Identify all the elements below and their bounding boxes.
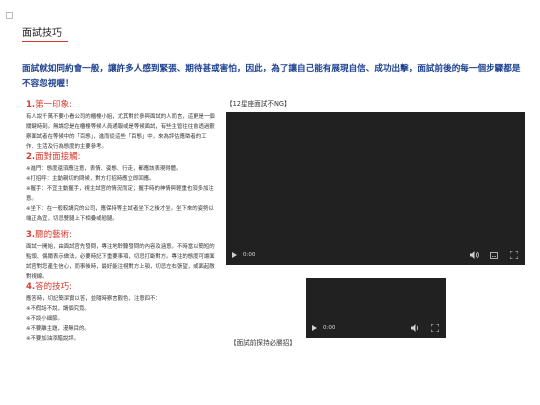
video-column: 【12星座面試不NG】 0:00 0:00 【面試前探持必勝招】 [226, 100, 526, 347]
section-paragraph: 面試一開始，由面試官先發問，專注地聆聽發問的內容及涵意。不時當以簡短的點頭、偶爾… [26, 244, 215, 280]
play-icon[interactable] [232, 252, 237, 258]
fullscreen-icon[interactable] [430, 323, 440, 333]
video-controls: 0:00 [306, 318, 446, 338]
section-title: 答的技巧: [35, 282, 73, 292]
captions-icon[interactable] [489, 250, 499, 260]
video-caption: 【面試前探持必勝招】 [230, 339, 296, 347]
intro-text: 面試就如同約會一般，讓許多人感到緊張、期待甚或害怕，因此，為了讓自己能有展現自信… [22, 64, 521, 89]
title-underline [22, 41, 68, 42]
page-corner-checkbox [6, 12, 13, 19]
video-caption: 【12星座面試不NG】 [226, 100, 291, 108]
section-paragraph: ※打招呼：主動親切的問候，對方打招時應立即回應。 [26, 176, 155, 182]
section-paragraph: ※握手：不宜主動握手，視主試官的情況而定；握手時的神情與輕重也須多加注意。 [26, 186, 214, 202]
section-paragraph: 應答時，切記簡潔實以答，並隨時察言觀色，注意四不： [26, 296, 161, 302]
video-time: 0:00 [243, 252, 256, 258]
section-face-to-face: 2.面對面接觸: ※進門：態度還須應注意，表情、姿態、行走，都應該表現得體。 ※… [26, 152, 216, 224]
section-number: 2. [26, 152, 36, 162]
video-player[interactable]: 0:00 [226, 112, 525, 265]
section-listening: 3.聽的藝術: 面試一開始，由面試官先發問，專注地聆聽發問的內容及涵意。不時當以… [26, 230, 216, 282]
section-paragraph: ※不談小細節。 [26, 316, 63, 322]
video-player[interactable]: 0:00 [306, 278, 446, 338]
section-number: 1. [26, 100, 36, 110]
volume-icon[interactable] [469, 250, 479, 260]
section-first-impression: 1.第一印象: 有人說千萬不要小看公司的櫃檯小姐，尤其對於參與面試的人而言，這更… [26, 100, 216, 152]
volume-icon[interactable] [410, 323, 420, 333]
section-paragraph: ※不假話不說，講個究竟。 [26, 306, 90, 312]
section-paragraph: ※進門：態度還須應注意，表情、姿態、行走，都應該表現得體。 [26, 166, 182, 172]
section-title: 第一印象: [35, 100, 73, 110]
play-icon[interactable] [312, 325, 317, 331]
section-title: 面對面接觸: [35, 152, 81, 162]
section-answering: 4.答的技巧: 應答時，切記簡潔實以答，並隨時察言觀色，注意四不： ※不假話不說… [26, 282, 216, 344]
section-paragraph: ※坐下：在一般較講究的公司，應保持等主試者坐下之後才坐。坐下來的姿勢以端正為宜，… [26, 206, 214, 222]
video-controls: 0:00 [226, 245, 525, 265]
tips-column: 1.第一印象: 有人說千萬不要小看公司的櫃檯小姐，尤其對於參與面試的人而言，這更… [26, 100, 216, 344]
section-number: 3. [26, 230, 36, 240]
fullscreen-icon[interactable] [509, 250, 519, 260]
video-time: 0:00 [323, 325, 336, 331]
section-paragraph: ※不要離主題，漫無目的。 [26, 326, 90, 332]
section-number: 4. [26, 282, 36, 292]
section-title: 聽的藝術: [35, 230, 73, 240]
section-paragraph: ※不要加油添醋說評。 [26, 336, 80, 342]
page-title: 面試技巧 [22, 28, 62, 39]
section-paragraph: 有人說千萬不要小看公司的櫃檯小姐，尤其對於參與面試的人而言，這更是一個關鍵時刻。… [26, 114, 215, 150]
